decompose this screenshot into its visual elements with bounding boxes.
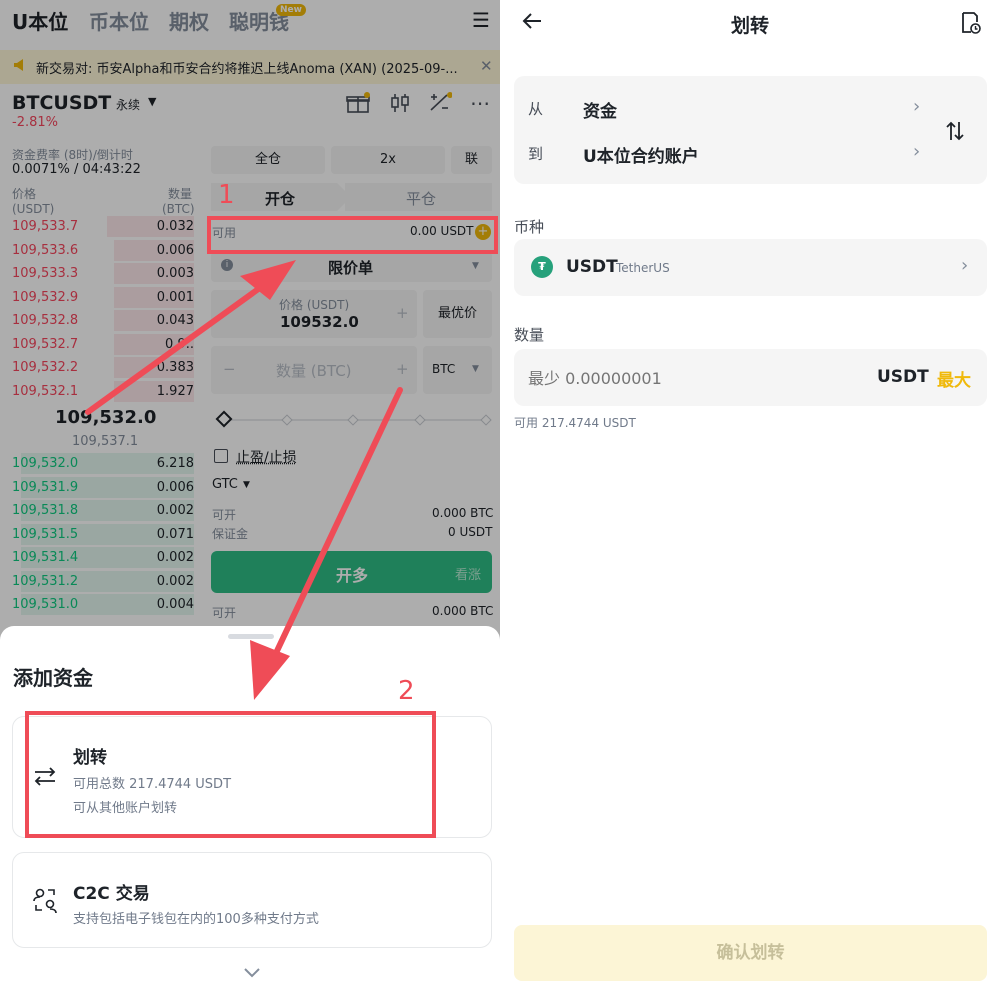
futures-trading-screen: U本位 币本位 期权 聪明钱 New ☰ 新交易对: 币安Alpha和币安合约将… bbox=[0, 0, 500, 990]
page-title: 划转 bbox=[730, 15, 769, 37]
from-account[interactable]: 资金 bbox=[583, 97, 617, 122]
to-label: 到 bbox=[528, 145, 544, 163]
coin-section-label: 币种 bbox=[514, 218, 545, 236]
to-account[interactable]: U本位合约账户 bbox=[583, 142, 699, 167]
swap-icon[interactable] bbox=[944, 120, 966, 146]
coin-symbol: USDT bbox=[566, 257, 618, 277]
amount-unit: USDT bbox=[877, 367, 929, 387]
history-icon[interactable] bbox=[960, 11, 982, 39]
coin-name: TetherUS bbox=[616, 261, 670, 275]
annotation-arrows bbox=[85, 260, 403, 700]
amount-section-label: 数量 bbox=[514, 326, 545, 344]
confirm-transfer-button[interactable]: 确认划转 bbox=[514, 925, 987, 981]
coin-chevron-icon: › bbox=[961, 255, 969, 276]
account-selector: 从 资金 › 到 U本位合约账户 › bbox=[514, 76, 987, 184]
from-label: 从 bbox=[528, 100, 544, 118]
max-button[interactable]: 最大 bbox=[937, 366, 971, 391]
from-chevron-icon[interactable]: › bbox=[913, 96, 920, 117]
usdt-coin-icon: ₮ bbox=[531, 256, 553, 278]
to-chevron-icon[interactable]: › bbox=[913, 141, 920, 162]
coin-selector[interactable]: ₮ USDT TetherUS › bbox=[514, 239, 987, 296]
transfer-screen: 划转 从 资金 › 到 U本位合约账户 › 币种 ₮ USDT TetherUS… bbox=[500, 0, 1000, 990]
available-balance: 可用 217.4744 USDT bbox=[514, 416, 636, 430]
amount-input[interactable] bbox=[528, 365, 848, 391]
amount-input-box[interactable]: USDT 最大 bbox=[514, 349, 987, 406]
